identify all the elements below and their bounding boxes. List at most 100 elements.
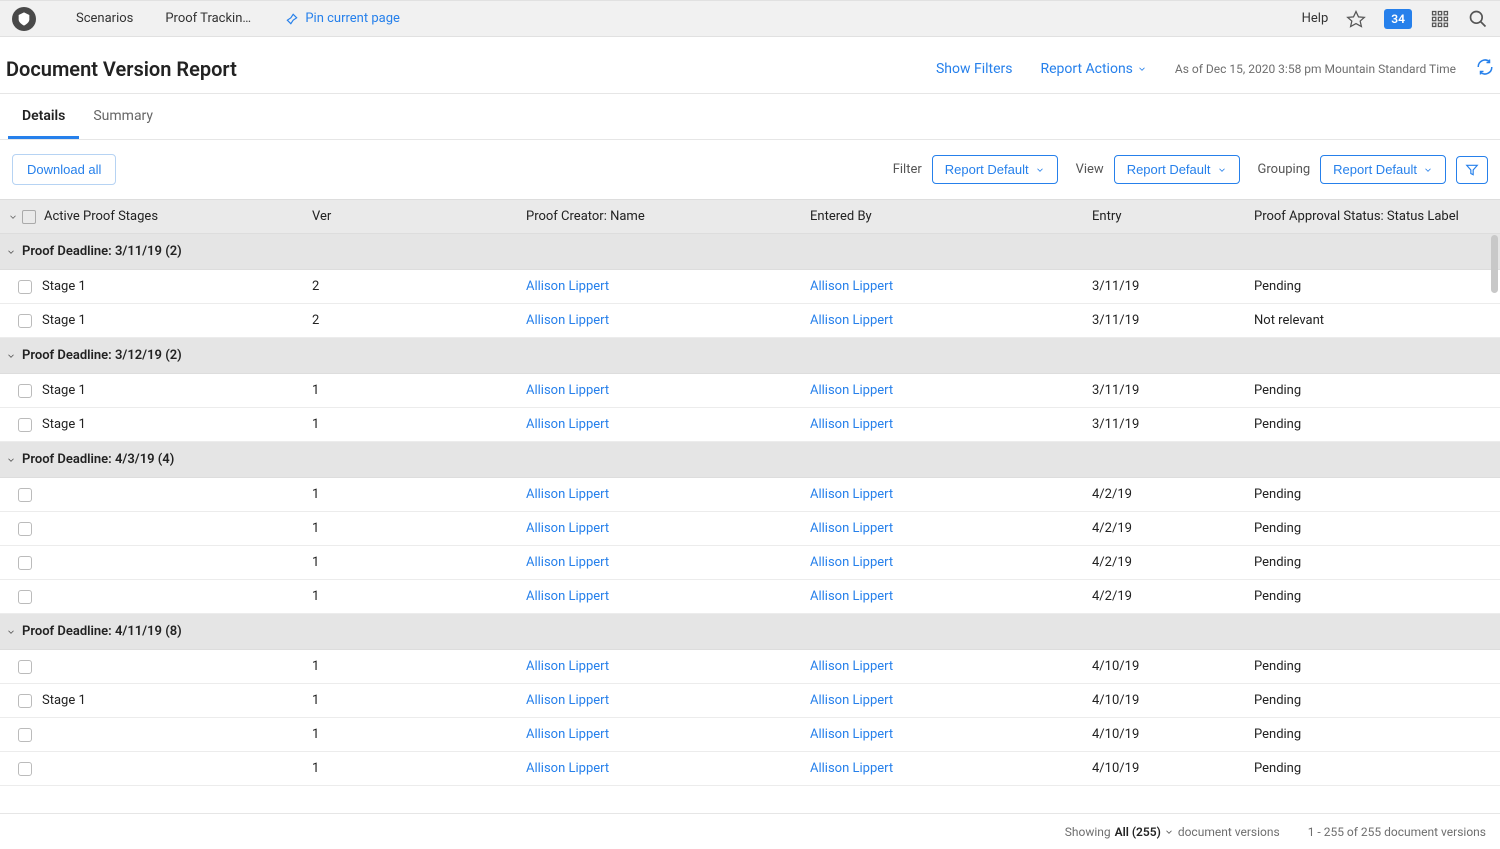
cell-creator-link[interactable]: Allison Lippert [526, 487, 609, 502]
row-checkbox[interactable] [18, 314, 32, 328]
table-row[interactable]: 1Allison LippertAllison Lippert4/10/19Pe… [0, 650, 1500, 684]
group-header[interactable]: Proof Deadline: 4/11/19 (8) [0, 614, 1500, 650]
table-row[interactable]: 1Allison LippertAllison Lippert4/2/19Pen… [0, 580, 1500, 614]
cell-entered-link[interactable]: Allison Lippert [810, 487, 893, 502]
col-header-status[interactable]: Proof Approval Status: Status Label [1246, 200, 1500, 233]
view-value: Report Default [1127, 162, 1211, 177]
row-checkbox[interactable] [18, 384, 32, 398]
cell-entry: 3/11/19 [1084, 408, 1246, 441]
tab-summary[interactable]: Summary [79, 94, 167, 139]
cell-status: Pending [1246, 546, 1500, 579]
cell-entry: 4/10/19 [1084, 752, 1246, 785]
refresh-icon[interactable] [1476, 58, 1494, 80]
row-checkbox[interactable] [18, 556, 32, 570]
group-header[interactable]: Proof Deadline: 4/3/19 (4) [0, 442, 1500, 478]
col-header-stage[interactable]: Active Proof Stages [0, 200, 304, 233]
scrollbar-thumb[interactable] [1491, 235, 1498, 293]
cell-entry: 4/10/19 [1084, 684, 1246, 717]
chevron-down-icon[interactable] [6, 247, 18, 257]
cell-entered-link[interactable]: Allison Lippert [810, 761, 893, 776]
view-select[interactable]: Report Default [1114, 155, 1240, 184]
table-row[interactable]: Stage 12Allison LippertAllison Lippert3/… [0, 270, 1500, 304]
tab-details[interactable]: Details [8, 94, 79, 139]
table-row[interactable]: Stage 11Allison LippertAllison Lippert3/… [0, 408, 1500, 442]
show-filters-link[interactable]: Show Filters [936, 61, 1013, 77]
cell-creator-link[interactable]: Allison Lippert [526, 417, 609, 432]
report-actions-dropdown[interactable]: Report Actions [1040, 61, 1146, 77]
cell-creator-link[interactable]: Allison Lippert [526, 727, 609, 742]
col-header-ver[interactable]: Ver [304, 200, 518, 233]
table-row[interactable]: 1Allison LippertAllison Lippert4/10/19Pe… [0, 752, 1500, 786]
breadcrumb-scenarios[interactable]: Scenarios [60, 11, 149, 26]
report-table: Active Proof Stages Ver Proof Creator: N… [0, 199, 1500, 789]
col-header-entered[interactable]: Entered By [802, 200, 1084, 233]
row-checkbox[interactable] [18, 728, 32, 742]
chevron-down-icon[interactable] [6, 351, 18, 361]
cell-creator-link[interactable]: Allison Lippert [526, 521, 609, 536]
cell-creator-link[interactable]: Allison Lippert [526, 761, 609, 776]
row-checkbox[interactable] [18, 660, 32, 674]
top-bar: Scenarios Proof Tracking Das... Pin curr… [0, 0, 1500, 37]
row-checkbox[interactable] [18, 488, 32, 502]
cell-status: Pending [1246, 650, 1500, 683]
cell-creator-link[interactable]: Allison Lippert [526, 555, 609, 570]
cell-creator-link[interactable]: Allison Lippert [526, 279, 609, 294]
row-checkbox[interactable] [18, 590, 32, 604]
cell-creator-link[interactable]: Allison Lippert [526, 313, 609, 328]
col-header-creator[interactable]: Proof Creator: Name [518, 200, 802, 233]
cell-entered-link[interactable]: Allison Lippert [810, 693, 893, 708]
cell-entered-link[interactable]: Allison Lippert [810, 521, 893, 536]
cell-entered-link[interactable]: Allison Lippert [810, 659, 893, 674]
footer-all-dropdown[interactable]: All (255) [1115, 825, 1174, 839]
group-header[interactable]: Proof Deadline: 3/11/19 (2) [0, 234, 1500, 270]
as-of-timestamp: As of Dec 15, 2020 3:58 pm Mountain Stan… [1175, 62, 1456, 76]
cell-creator-link[interactable]: Allison Lippert [526, 693, 609, 708]
cell-entered-link[interactable]: Allison Lippert [810, 313, 893, 328]
table-row[interactable]: Stage 11Allison LippertAllison Lippert3/… [0, 374, 1500, 408]
cell-entered-link[interactable]: Allison Lippert [810, 279, 893, 294]
row-checkbox[interactable] [18, 762, 32, 776]
table-row[interactable]: Stage 11Allison LippertAllison Lippert4/… [0, 684, 1500, 718]
cell-ver: 1 [304, 478, 518, 511]
filter-icon-button[interactable] [1456, 156, 1488, 184]
table-row[interactable]: 1Allison LippertAllison Lippert4/2/19Pen… [0, 478, 1500, 512]
filter-value: Report Default [945, 162, 1029, 177]
cell-ver: 1 [304, 512, 518, 545]
grouping-select[interactable]: Report Default [1320, 155, 1446, 184]
notification-badge[interactable]: 34 [1384, 9, 1412, 29]
row-checkbox[interactable] [18, 280, 32, 294]
page-title: Document Version Report [6, 57, 237, 81]
favorite-icon[interactable] [1346, 9, 1366, 29]
table-row[interactable]: 1Allison LippertAllison Lippert4/2/19Pen… [0, 512, 1500, 546]
select-all-checkbox[interactable] [22, 210, 36, 224]
cell-entered-link[interactable]: Allison Lippert [810, 383, 893, 398]
cell-entered-link[interactable]: Allison Lippert [810, 417, 893, 432]
table-row[interactable]: 1Allison LippertAllison Lippert4/10/19Pe… [0, 718, 1500, 752]
group-header[interactable]: Proof Deadline: 3/12/19 (2) [0, 338, 1500, 374]
breadcrumb-proof-tracking[interactable]: Proof Tracking Das... [149, 11, 269, 26]
pin-current-page[interactable]: Pin current page [285, 11, 400, 26]
cell-entered-link[interactable]: Allison Lippert [810, 589, 893, 604]
help-link[interactable]: Help [1302, 11, 1329, 26]
table-row[interactable]: 1Allison LippertAllison Lippert4/2/19Pen… [0, 546, 1500, 580]
cell-creator-link[interactable]: Allison Lippert [526, 383, 609, 398]
row-checkbox[interactable] [18, 522, 32, 536]
app-logo[interactable] [12, 7, 36, 31]
chevron-down-icon[interactable] [8, 212, 20, 222]
apps-grid-icon[interactable] [1430, 9, 1450, 29]
download-all-button[interactable]: Download all [12, 154, 116, 185]
col-header-entry[interactable]: Entry [1084, 200, 1246, 233]
row-checkbox[interactable] [18, 694, 32, 708]
cell-status: Pending [1246, 374, 1500, 407]
chevron-down-icon[interactable] [6, 455, 18, 465]
filter-select[interactable]: Report Default [932, 155, 1058, 184]
scrollbar[interactable] [1490, 199, 1500, 789]
row-checkbox[interactable] [18, 418, 32, 432]
cell-entered-link[interactable]: Allison Lippert [810, 555, 893, 570]
search-icon[interactable] [1468, 9, 1488, 29]
cell-creator-link[interactable]: Allison Lippert [526, 659, 609, 674]
cell-creator-link[interactable]: Allison Lippert [526, 589, 609, 604]
chevron-down-icon[interactable] [6, 627, 18, 637]
table-row[interactable]: Stage 12Allison LippertAllison Lippert3/… [0, 304, 1500, 338]
cell-entered-link[interactable]: Allison Lippert [810, 727, 893, 742]
